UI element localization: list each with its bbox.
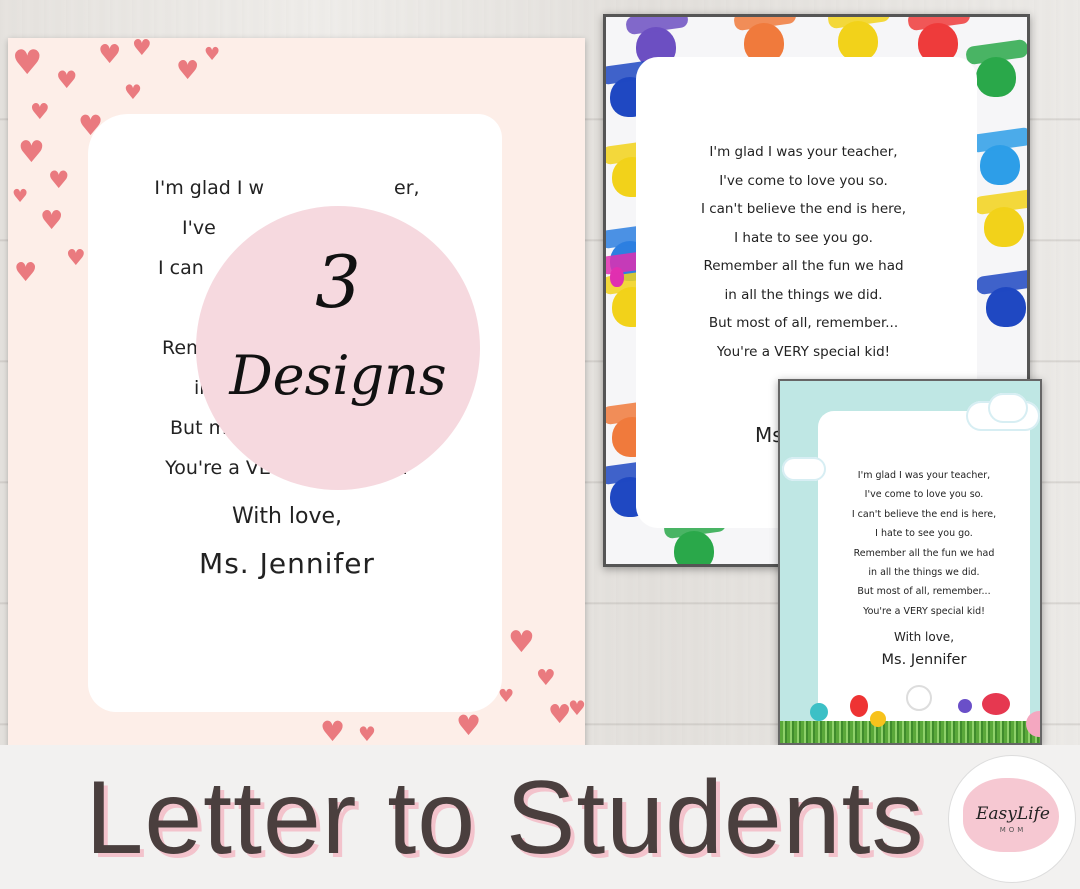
poem-line: I can't believe the end is here,	[700, 201, 907, 217]
poem-line: in all the things we did.	[724, 286, 883, 303]
poem-handprints: I'm glad I was your teacher, I've come t…	[633, 138, 974, 447]
poem-line: I can't believe the end is here,	[851, 508, 997, 520]
poem-line: I hate to see you go.	[875, 528, 973, 540]
heart-icon: ♥	[358, 722, 376, 746]
poem-line: in all the things we did.	[868, 566, 980, 578]
poem-line: You're a VERY special kid!	[863, 605, 985, 617]
heart-icon: ♥	[320, 715, 346, 748]
poem-signer: Ms. Jennifer	[199, 547, 375, 580]
logo-brand-text: EasyLife	[976, 804, 1050, 824]
heart-icon: ♥	[18, 135, 45, 170]
heart-icon: ♥	[204, 44, 221, 65]
heart-icon: ♥	[56, 66, 78, 94]
heart-icon: ♥	[508, 625, 535, 660]
handprint-icon	[980, 145, 1020, 185]
heart-icon: ♥	[12, 186, 29, 207]
designs-count-badge: 3 Designs	[196, 206, 480, 490]
poem-line: Remember all the fun we had	[703, 258, 904, 274]
poem-line: I hate to see you go.	[734, 229, 873, 246]
badge-word: Designs	[229, 344, 447, 407]
flower-icon	[982, 693, 1010, 715]
poem-line: But most of all, remember...	[857, 586, 991, 598]
handprint-icon	[976, 57, 1016, 97]
poem-line: I'm glad I was your teacher,	[857, 470, 991, 481]
handprint-icon	[986, 287, 1026, 327]
poem-line: I'm glad I was your teacher,	[709, 144, 898, 160]
flower-icon	[870, 711, 886, 727]
flower-icon	[906, 685, 932, 711]
heart-icon: ♥	[498, 686, 515, 707]
poem-line: I've come to love you so.	[719, 172, 888, 189]
poem-flowers: I'm glad I was your teacher, I've come t…	[818, 466, 1030, 671]
badge-number: 3	[315, 240, 361, 324]
heart-icon: ♥	[536, 666, 556, 691]
heart-icon: ♥	[132, 38, 152, 61]
grass	[780, 721, 1040, 743]
heart-icon: ♥	[176, 56, 200, 86]
poem-line: I'm glad I w er,	[154, 177, 420, 199]
flower-icon	[958, 699, 972, 713]
handprint-icon	[610, 267, 624, 287]
handprint-icon	[838, 21, 878, 61]
flower-icon	[850, 695, 868, 717]
heart-icon: ♥	[48, 166, 70, 194]
heart-icon: ♥	[14, 258, 38, 288]
heart-icon: ♥	[40, 206, 64, 236]
poem-signer: Ms. Jennifer	[881, 652, 967, 669]
poem-signoff: With love,	[231, 504, 343, 529]
handprint-icon	[674, 531, 714, 564]
heart-icon: ♥	[568, 696, 585, 720]
heart-icon: ♥	[12, 43, 43, 83]
heart-icon: ♥	[30, 100, 50, 125]
heart-icon: ♥	[98, 40, 122, 70]
logo-sub-text: MOM	[999, 826, 1027, 834]
brand-logo: EasyLife MOM	[948, 755, 1076, 883]
poem-line: Remember all the fun we had	[853, 547, 995, 559]
product-title: Letter to Students	[85, 760, 925, 876]
cloud-icon	[988, 393, 1028, 423]
poem-line: You're a VERY special kid!	[716, 343, 891, 360]
handprint-icon	[984, 207, 1024, 247]
flower-icon	[810, 703, 828, 721]
poem-signoff: With love,	[893, 630, 955, 645]
poem-line: I've come to love you so.	[864, 489, 984, 501]
heart-icon: ♥	[456, 709, 482, 742]
poem-line: But most of all, remember...	[708, 315, 899, 331]
heart-icon: ♥	[124, 80, 142, 104]
